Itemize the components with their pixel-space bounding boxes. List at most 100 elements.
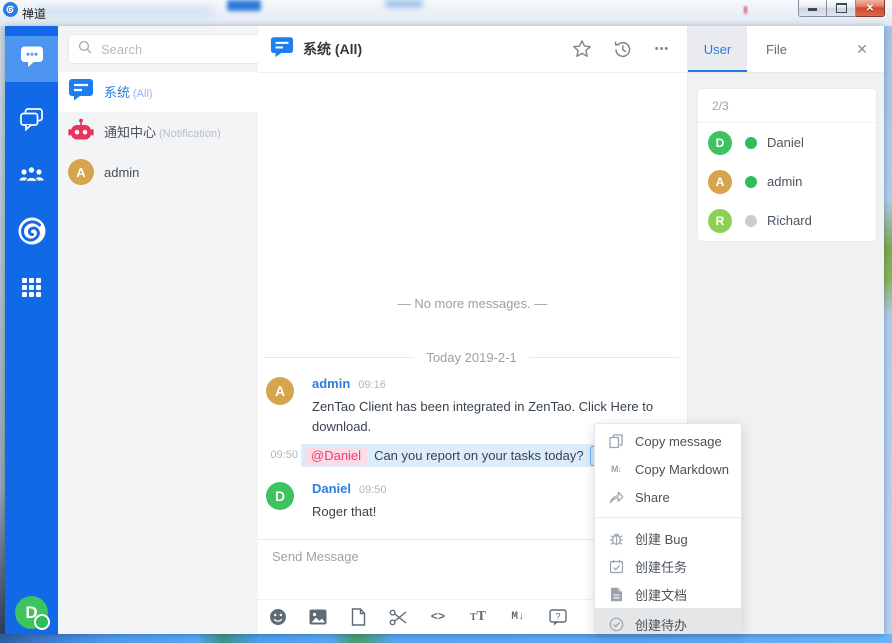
window-titlebar[interactable]: 禅道 ✕ bbox=[0, 0, 892, 26]
markdown-button[interactable]: M↓ bbox=[498, 600, 538, 634]
chat-name: 系统 bbox=[104, 85, 130, 100]
message-time: 09:16 bbox=[358, 379, 386, 391]
maximize-icon bbox=[836, 3, 847, 13]
current-user-avatar[interactable]: D bbox=[15, 596, 48, 629]
member-row-daniel[interactable]: D Daniel bbox=[698, 123, 876, 162]
background-blur bbox=[385, 0, 423, 8]
sidebar-item-zentao[interactable] bbox=[5, 210, 58, 256]
notification-robot-icon bbox=[68, 118, 94, 147]
chat-header: 系统 (All) ••• bbox=[258, 26, 687, 73]
menu-item-copy-markdown[interactable]: M↓ Copy Markdown bbox=[595, 455, 741, 483]
message-input-placeholder: Send Message bbox=[272, 549, 359, 564]
online-status-dot bbox=[745, 137, 757, 149]
member-count: 2/3 bbox=[698, 89, 876, 123]
contacts-icon bbox=[18, 164, 45, 190]
maximize-button[interactable] bbox=[827, 0, 856, 17]
menu-item-label: 创建文档 bbox=[635, 585, 687, 604]
emoji-button[interactable] bbox=[258, 600, 298, 634]
highlighted-message[interactable]: @Daniel Can you report on your tasks tod… bbox=[301, 444, 608, 467]
chat-bubble-icon bbox=[20, 45, 44, 73]
markdown-icon: M↓ bbox=[608, 464, 624, 474]
file-button[interactable] bbox=[338, 600, 378, 634]
avatar: D bbox=[708, 131, 732, 155]
background-blur bbox=[744, 6, 747, 14]
member-name: Daniel bbox=[767, 135, 804, 150]
message-author[interactable]: admin bbox=[312, 376, 350, 391]
favorite-star-button[interactable] bbox=[571, 38, 593, 60]
menu-item-label: 创建待办 bbox=[635, 615, 687, 634]
tab-file[interactable]: File bbox=[747, 26, 806, 72]
code-button[interactable]: <> bbox=[418, 600, 458, 634]
menu-item-label: Share bbox=[635, 490, 670, 505]
desktop-edge bbox=[884, 26, 892, 643]
minimize-button[interactable] bbox=[798, 0, 827, 17]
apps-grid-icon bbox=[22, 278, 41, 297]
message-text: Can you report on your tasks today? bbox=[374, 448, 584, 463]
menu-item-label: Copy message bbox=[635, 434, 722, 449]
menu-item-create-bug[interactable]: 创建 Bug bbox=[595, 524, 741, 552]
menu-item-share[interactable]: Share bbox=[595, 483, 741, 511]
message-time: 09:50 bbox=[264, 449, 298, 461]
image-button[interactable] bbox=[298, 600, 338, 634]
format-icon: TT bbox=[470, 609, 486, 625]
chat-list-panel: 系统(All) 通知中心(Notification) A admin bbox=[58, 26, 258, 634]
search-input[interactable] bbox=[99, 41, 279, 58]
member-row-admin[interactable]: A admin bbox=[698, 162, 876, 201]
online-status-dot bbox=[34, 614, 50, 630]
menu-item-label: 创建任务 bbox=[635, 557, 687, 576]
menu-item-create-doc[interactable]: 创建文档 bbox=[595, 580, 741, 608]
mention-chip[interactable]: @Daniel bbox=[305, 447, 367, 465]
ellipsis-icon: ••• bbox=[655, 43, 670, 55]
desktop-taskbar-edge bbox=[0, 634, 892, 643]
menu-item-create-todo[interactable]: 创建待办 bbox=[595, 608, 741, 634]
nav-sidebar: D bbox=[5, 26, 58, 634]
zentao-logo-icon bbox=[3, 2, 18, 17]
member-list-card: 2/3 D Daniel A admin R Richard bbox=[698, 89, 876, 241]
chat-suffix: (Notification) bbox=[159, 128, 221, 140]
chat-list-item-notification[interactable]: 通知中心(Notification) bbox=[58, 112, 258, 152]
more-options-button[interactable]: ••• bbox=[651, 38, 673, 60]
search-row bbox=[58, 26, 258, 72]
menu-item-label: 创建 Bug bbox=[635, 529, 688, 548]
sidebar-item-conversations[interactable] bbox=[5, 98, 58, 144]
search-box[interactable] bbox=[68, 34, 280, 64]
member-name: Richard bbox=[767, 213, 812, 228]
tab-user[interactable]: User bbox=[688, 26, 747, 72]
sidebar-item-contacts[interactable] bbox=[5, 154, 58, 200]
sidebar-item-messages[interactable] bbox=[5, 36, 58, 82]
chat-title: 系统 (All) bbox=[303, 39, 362, 59]
chat-suffix: (All) bbox=[133, 88, 153, 100]
message-author[interactable]: Daniel bbox=[312, 481, 351, 496]
help-button[interactable]: ? bbox=[538, 600, 578, 634]
system-chat-icon bbox=[68, 78, 94, 106]
chat-name: 通知中心 bbox=[104, 125, 156, 140]
close-window-button[interactable]: ✕ bbox=[856, 0, 885, 17]
screenshot-scissors-button[interactable] bbox=[378, 600, 418, 634]
bug-icon bbox=[608, 531, 624, 546]
desktop: 禅道 ✕ bbox=[0, 0, 892, 643]
task-calendar-icon bbox=[608, 559, 624, 574]
close-panel-button[interactable]: ✕ bbox=[840, 26, 884, 72]
date-label: Today 2019-2-1 bbox=[426, 350, 516, 365]
document-icon bbox=[608, 587, 624, 602]
history-button[interactable] bbox=[611, 38, 633, 60]
todo-check-icon bbox=[608, 617, 624, 632]
menu-item-copy-message[interactable]: Copy message bbox=[595, 427, 741, 455]
member-name: admin bbox=[767, 174, 802, 189]
menu-item-create-task[interactable]: 创建任务 bbox=[595, 552, 741, 580]
sidebar-item-apps[interactable] bbox=[5, 264, 58, 310]
chat-list-item-system[interactable]: 系统(All) bbox=[58, 72, 258, 112]
date-divider: Today 2019-2-1 bbox=[264, 350, 679, 365]
right-panel-tabs: User File ✕ bbox=[688, 26, 884, 73]
app-title: 禅道 bbox=[22, 5, 46, 22]
window-controls: ✕ bbox=[798, 0, 885, 18]
chat-list-item-admin[interactable]: A admin bbox=[58, 152, 258, 192]
text-format-button[interactable]: TT bbox=[458, 600, 498, 634]
zentao-logo-icon bbox=[16, 215, 48, 252]
member-row-richard[interactable]: R Richard bbox=[698, 201, 876, 240]
markdown-icon: M↓ bbox=[511, 611, 524, 623]
avatar: R bbox=[708, 209, 732, 233]
menu-divider bbox=[595, 517, 741, 518]
code-icon: <> bbox=[431, 610, 445, 624]
minimize-icon bbox=[808, 5, 817, 11]
